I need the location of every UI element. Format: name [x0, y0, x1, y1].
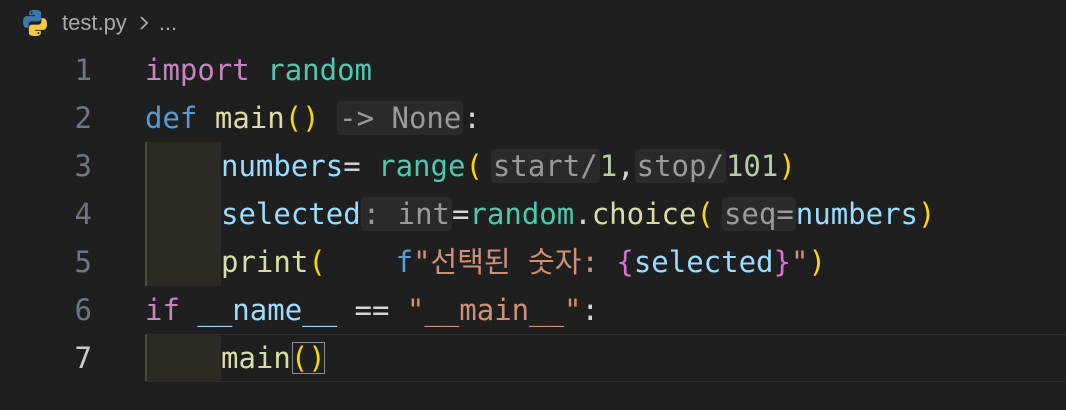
code-token: (	[284, 101, 303, 135]
code-token: "선택된 숫자:	[413, 245, 617, 279]
code-text[interactable]: print( f"선택된 숫자: {selected}")	[145, 238, 826, 286]
code-token: ()	[290, 341, 326, 375]
code-line[interactable]: 5 print( f"선택된 숫자: {selected}")	[0, 238, 1066, 286]
code-token: (	[308, 245, 326, 279]
code-token: selected	[633, 245, 774, 279]
code-token: random	[267, 53, 372, 87]
inlay-hint: start/	[490, 149, 600, 183]
indent-guide	[145, 190, 221, 238]
code-line[interactable]: 3 numbers= range(start/1,stop/101)	[0, 142, 1066, 190]
code-line[interactable]: 6 if __name__ == "__main__":	[0, 286, 1066, 334]
code-token: random	[469, 197, 575, 231]
line-number: 4	[74, 197, 92, 231]
code-text[interactable]: def main() -> None:	[145, 94, 481, 142]
line-number: 2	[74, 101, 92, 135]
code-token: }	[773, 245, 791, 279]
code-token: =	[452, 197, 470, 231]
line-number: 1	[74, 53, 92, 87]
code-token: ==	[337, 293, 407, 327]
code-line[interactable]: 4 selected: int=random.choice(seq=numbers…	[0, 190, 1066, 238]
code-text[interactable]: import random	[145, 46, 372, 94]
code-text[interactable]: numbers= range(start/1,stop/101)	[145, 142, 796, 190]
code-line[interactable]: 1 import random	[0, 46, 1066, 94]
code-editor[interactable]: 1 import random 2 def main() -> None: 3 numbe…	[0, 46, 1066, 410]
code-token: numbers	[795, 197, 918, 231]
code-token: 1	[599, 149, 618, 183]
inlay-hint: : int	[360, 197, 452, 231]
code-text[interactable]: if __name__ == "__main__":	[145, 286, 599, 334]
code-token: 101	[725, 149, 779, 183]
code-token: {	[616, 245, 634, 279]
code-token: if	[145, 293, 180, 327]
inlay-hint: seq=	[721, 197, 796, 231]
code-token: choice	[591, 197, 697, 231]
code-token: selected	[221, 197, 361, 231]
line-number: 6	[74, 293, 92, 327]
code-line[interactable]: 2 def main() -> None:	[0, 94, 1066, 142]
indent-guide	[145, 142, 221, 190]
code-token: )	[808, 245, 826, 279]
line-number: 7	[74, 341, 92, 375]
indent-guide	[145, 238, 221, 286]
code-token: range	[378, 149, 466, 183]
code-line[interactable]: 7 main()	[0, 334, 1066, 382]
code-token: def	[145, 101, 198, 135]
breadcrumb: test.py ...	[0, 0, 1066, 46]
code-token: )	[778, 149, 796, 183]
breadcrumb-more[interactable]: ...	[159, 10, 177, 36]
code-token: numbers	[221, 149, 344, 183]
code-token: "	[790, 245, 809, 279]
code-token: )	[302, 101, 320, 135]
code-text[interactable]: main()	[145, 334, 326, 382]
code-token: .	[574, 197, 592, 231]
line-number: 5	[74, 245, 92, 279]
code-token: :	[463, 101, 481, 135]
code-token: (	[465, 149, 483, 183]
code-token: main	[214, 101, 285, 135]
code-token: =	[343, 149, 379, 183]
indent-guide	[145, 334, 221, 382]
line-number: 3	[74, 149, 92, 183]
code-text[interactable]: selected: int=random.choice(seq=numbers)	[145, 190, 935, 238]
code-token: ,	[617, 149, 635, 183]
code-token: :	[581, 293, 599, 327]
breadcrumb-file[interactable]: test.py	[62, 10, 127, 36]
code-token: )	[918, 197, 936, 231]
code-token: (	[696, 197, 714, 231]
python-icon	[20, 8, 50, 38]
inlay-hint: stop/	[634, 149, 726, 183]
code-token: __name__	[197, 293, 338, 327]
code-token: import	[145, 53, 250, 87]
inlay-hint: -> None	[337, 101, 464, 135]
code-token: "__main__"	[406, 293, 582, 327]
chevron-right-icon	[137, 13, 151, 33]
code-token: f	[395, 245, 414, 279]
code-token: print	[221, 245, 309, 279]
code-token: main	[221, 341, 291, 375]
